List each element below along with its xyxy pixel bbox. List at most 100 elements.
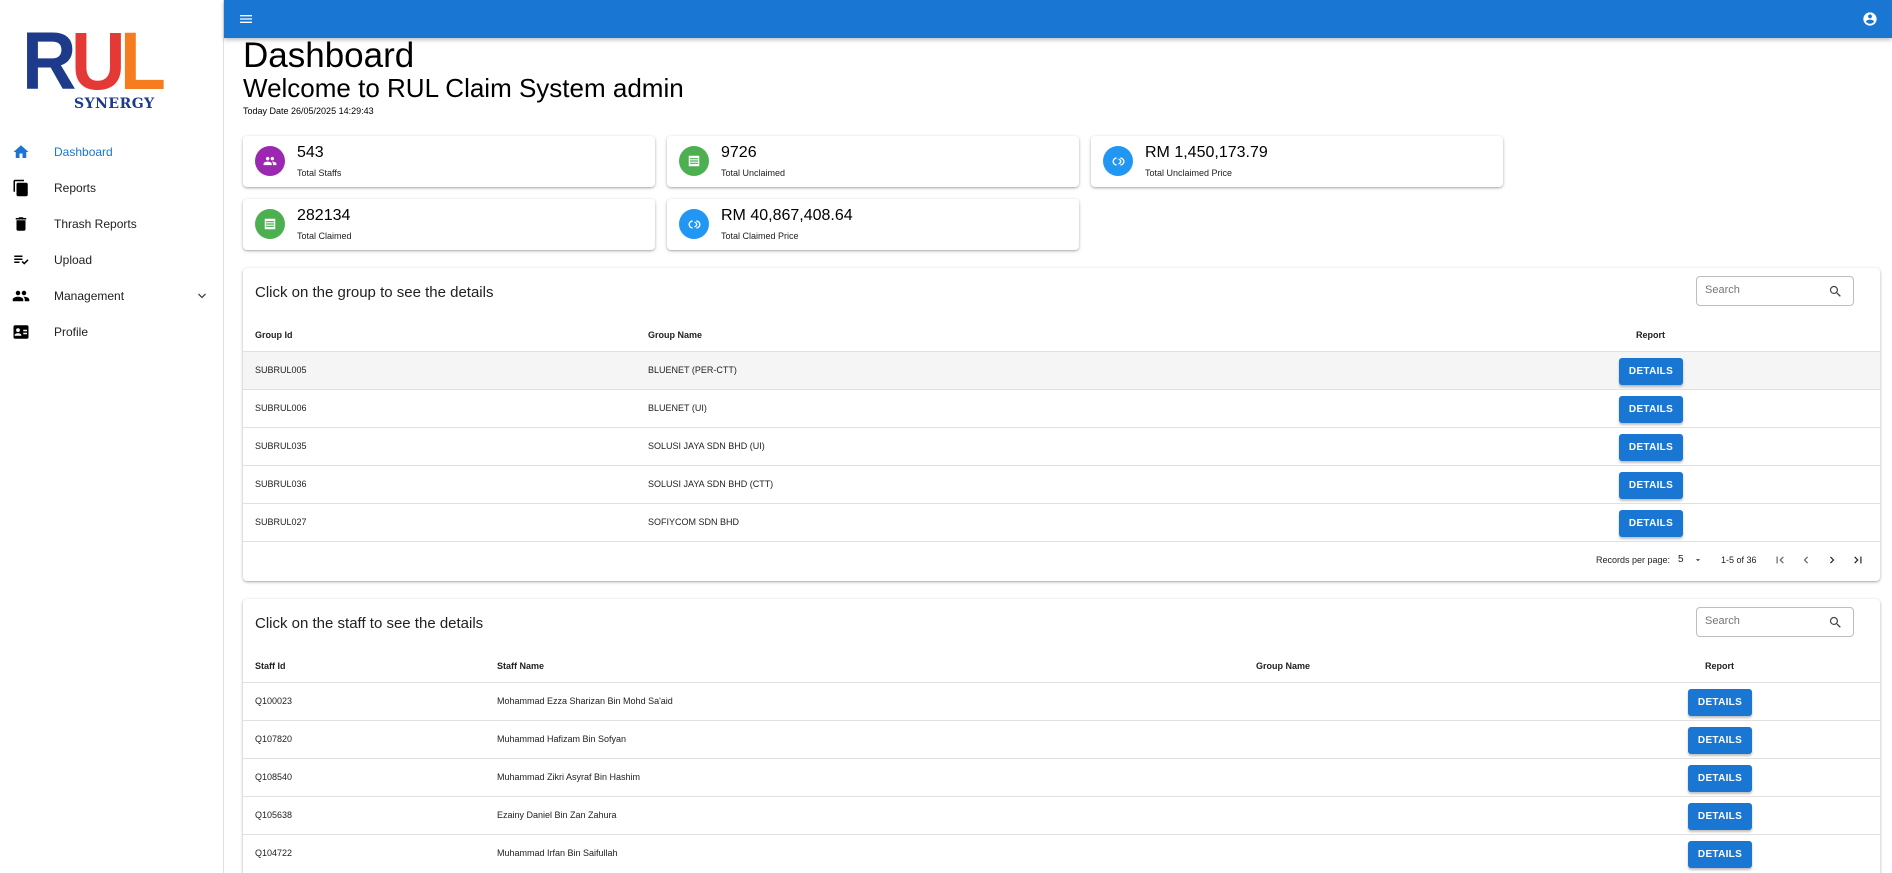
sidebar-item-reports[interactable]: Reports: [0, 170, 224, 206]
groups-card: Click on the group to see the details Gr…: [243, 268, 1880, 581]
sidebar-item-upload[interactable]: Upload: [0, 242, 224, 278]
details-button[interactable]: DETAILS: [1619, 396, 1683, 423]
staff-name-cell: Muhammad Hafizam Bin Sofyan: [497, 734, 627, 744]
first-page-icon[interactable]: [1773, 553, 1787, 567]
stat-card-total-staffs: 543 Total Staffs: [243, 136, 655, 187]
home-icon: [13, 145, 29, 158]
details-button[interactable]: DETAILS: [1688, 841, 1752, 868]
column-header-group-id[interactable]: Group Id: [255, 330, 293, 340]
chevron-right-icon[interactable]: [1825, 553, 1839, 567]
group-name-cell: SOLUSI JAYA SDN BHD (UI): [648, 441, 765, 451]
staff-id-cell: Q108540: [255, 772, 293, 782]
money-icon: [688, 219, 700, 229]
details-button[interactable]: DETAILS: [1688, 803, 1752, 830]
list-icon: [688, 155, 700, 167]
stat-value: 543: [297, 144, 324, 161]
records-per-page-label: Records per page:: [1596, 555, 1671, 565]
table-row[interactable]: SUBRUL035 SOLUSI JAYA SDN BHD (UI) DETAI…: [243, 427, 1880, 465]
document-icon: [13, 179, 28, 197]
table-row[interactable]: SUBRUL036 SOLUSI JAYA SDN BHD (CTT) DETA…: [243, 465, 1880, 503]
logo-letter-r: R: [22, 16, 77, 107]
search-icon[interactable]: [1828, 284, 1843, 299]
stat-icon-circle: [255, 146, 285, 176]
stat-icon-circle: [1103, 146, 1133, 176]
sidebar-item-label: Upload: [54, 253, 93, 267]
main-content: Dashboard Welcome to RUL Claim System ad…: [224, 36, 1892, 873]
table-row[interactable]: SUBRUL005 BLUENET (PER-CTT) DETAILS: [243, 351, 1880, 389]
stat-value: RM 1,450,173.79: [1145, 144, 1268, 161]
sidebar-item-profile[interactable]: Profile: [0, 314, 224, 350]
records-per-page-select[interactable]: 5: [1678, 554, 1684, 565]
group-icon: [263, 156, 277, 166]
column-header-group-name[interactable]: Group Name: [648, 330, 702, 340]
page-title: Dashboard: [243, 36, 415, 75]
details-button[interactable]: DETAILS: [1688, 689, 1752, 716]
table-row[interactable]: Q104722 Muhammad Irfan Bin Saifullah DET…: [243, 834, 1880, 872]
sidebar-item-dashboard[interactable]: Dashboard: [0, 134, 224, 170]
list-icon: [264, 218, 276, 230]
staff-search: [1696, 607, 1854, 637]
sidebar-item-label: Dashboard: [54, 145, 113, 159]
sidebar-item-thrash-reports[interactable]: Thrash Reports: [0, 206, 224, 242]
chevron-down-icon[interactable]: [196, 290, 208, 302]
sidebar: RUL SYNERGY Dashboard Reports Thrash Rep…: [0, 0, 224, 873]
search-icon[interactable]: [1828, 615, 1843, 630]
sidebar-item-label: Reports: [54, 181, 97, 195]
column-header-staff-name[interactable]: Staff Name: [497, 661, 544, 671]
sidebar-nav: Dashboard Reports Thrash Reports Upload …: [0, 134, 224, 350]
details-button[interactable]: DETAILS: [1688, 765, 1752, 792]
details-button[interactable]: DETAILS: [1619, 358, 1683, 385]
playlist-check-icon: [14, 255, 29, 265]
stat-value: RM 40,867,408.64: [721, 207, 853, 224]
group-name-cell: SOFIYCOM SDN BHD: [648, 517, 740, 527]
caret-down-icon[interactable]: [1693, 555, 1703, 565]
staff-id-cell: Q107820: [255, 734, 293, 744]
staff-name-cell: Muhammad Irfan Bin Saifullah: [497, 848, 618, 858]
details-button[interactable]: DETAILS: [1688, 727, 1752, 754]
table-row[interactable]: Q107820 Muhammad Hafizam Bin Sofyan DETA…: [243, 720, 1880, 758]
money-icon: [1112, 156, 1124, 166]
staff-id-cell: Q105638: [255, 810, 293, 820]
group-name-cell: BLUENET (UI): [648, 403, 707, 413]
welcome-message: Welcome to RUL Claim System admin: [243, 73, 684, 103]
stat-card-total-claimed: 282134 Total Claimed: [243, 199, 655, 250]
staff-search-input[interactable]: [1705, 615, 1825, 627]
column-header-report: Report: [1636, 330, 1665, 340]
details-button[interactable]: DETAILS: [1619, 510, 1683, 537]
table-row[interactable]: Q108540 Muhammad Zikri Asyraf Bin Hashim…: [243, 758, 1880, 796]
account-circle-icon[interactable]: [1862, 11, 1878, 27]
table-row[interactable]: Q100023 Mohammad Ezza Sharizan Bin Mohd …: [243, 682, 1880, 720]
chevron-left-icon[interactable]: [1799, 553, 1813, 567]
rul-synergy-logo: RUL SYNERGY: [22, 21, 166, 114]
stat-card-total-claimed-price: RM 40,867,408.64 Total Claimed Price: [667, 199, 1079, 250]
id-card-icon: [13, 325, 29, 339]
column-header-staff-id[interactable]: Staff Id: [255, 661, 286, 671]
details-button[interactable]: DETAILS: [1619, 472, 1683, 499]
today-date: Today Date 26/05/2025 14:29:43: [243, 106, 374, 116]
group-id-cell: SUBRUL006: [255, 403, 307, 413]
staff-id-cell: Q100023: [255, 696, 293, 706]
stat-caption: Total Claimed Price: [721, 231, 799, 241]
staff-name-cell: Mohammad Ezza Sharizan Bin Mohd Sa'aid: [497, 696, 673, 706]
details-button[interactable]: DETAILS: [1619, 434, 1683, 461]
staff-name-cell: Muhammad Zikri Asyraf Bin Hashim: [497, 772, 641, 782]
stat-icon-circle: [255, 209, 285, 239]
table-row[interactable]: SUBRUL027 SOFIYCOM SDN BHD DETAILS: [243, 503, 1880, 541]
column-header-group-name[interactable]: Group Name: [1256, 661, 1310, 671]
stat-icon-circle: [679, 209, 709, 239]
staff-card: Click on the staff to see the details St…: [243, 599, 1880, 873]
groups-search-input[interactable]: [1705, 284, 1825, 296]
stat-caption: Total Unclaimed Price: [1145, 168, 1233, 178]
group-id-cell: SUBRUL036: [255, 479, 307, 489]
stat-caption: Total Claimed: [297, 231, 352, 241]
sidebar-item-management[interactable]: Management: [0, 278, 224, 314]
people-icon: [12, 290, 30, 302]
logo-letters: RUL: [22, 21, 166, 103]
stat-icon-circle: [679, 146, 709, 176]
table-row[interactable]: Q105638 Ezainy Daniel Bin Zan Zahura DET…: [243, 796, 1880, 834]
group-id-cell: SUBRUL035: [255, 441, 307, 451]
hamburger-icon[interactable]: [238, 11, 254, 27]
table-row[interactable]: SUBRUL006 BLUENET (UI) DETAILS: [243, 389, 1880, 427]
sidebar-item-label: Profile: [54, 325, 89, 339]
last-page-icon[interactable]: [1851, 553, 1865, 567]
